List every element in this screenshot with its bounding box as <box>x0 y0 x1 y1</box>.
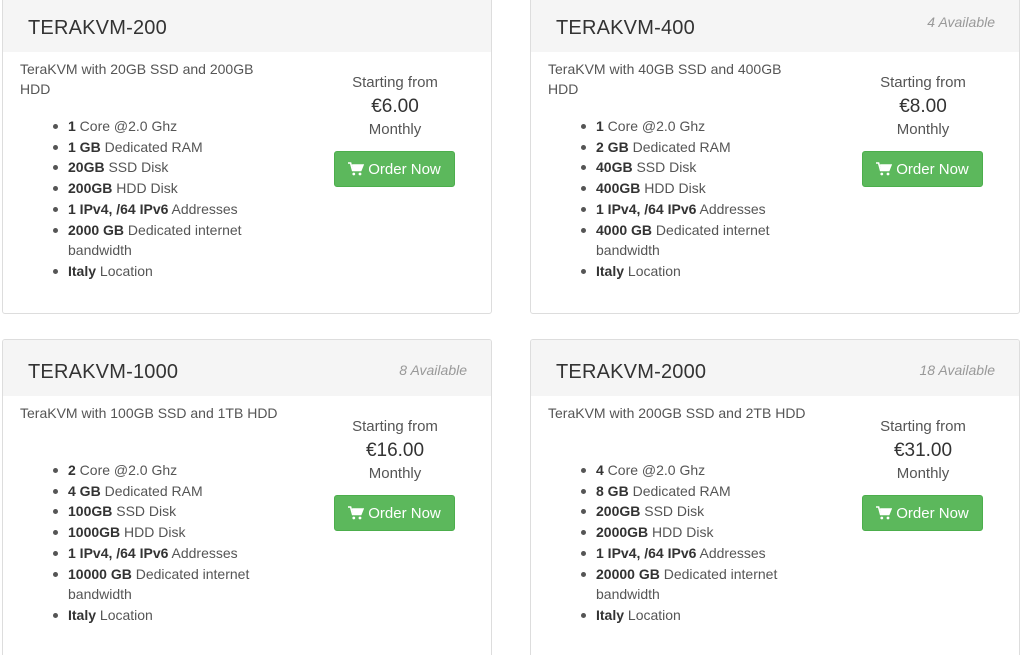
product-description: TeraKVM with 20GB SSD and 200GB HDD <box>20 61 254 97</box>
shopping-cart-icon <box>348 162 365 176</box>
price-label: Starting from <box>880 74 966 91</box>
order-now-label: Order Now <box>896 160 969 178</box>
feature-item: 200GB SSD Disk <box>581 501 798 522</box>
feature-item: 200GB HDD Disk <box>53 178 270 199</box>
feature-item: 4 Core @2.0 Ghz <box>581 460 798 481</box>
feature-item: 20GB SSD Disk <box>53 157 270 178</box>
shopping-cart-icon <box>348 506 365 520</box>
feature-item: 2000 GB Dedicated internet bandwidth <box>53 220 270 261</box>
product-name: TERAKVM-1000 <box>28 361 179 383</box>
feature-item: Italy Location <box>581 605 798 626</box>
product-description: TeraKVM with 40GB SSD and 400GB HDD <box>548 61 782 97</box>
feature-item: 1 IPv4, /64 IPv6 Addresses <box>53 543 270 564</box>
order-now-label: Order Now <box>368 160 441 178</box>
price-amount: €16.00 <box>365 440 425 461</box>
feature-item: 1 Core @2.0 Ghz <box>581 116 798 137</box>
feature-item: 1 GB Dedicated RAM <box>53 137 270 158</box>
price-amount: €8.00 <box>899 96 947 117</box>
feature-item: 20000 GB Dedicated internet bandwidth <box>581 564 798 605</box>
product-description: TeraKVM with 100GB SSD and 1TB HDD <box>20 405 278 421</box>
feature-item: 10000 GB Dedicated internet bandwidth <box>53 564 270 605</box>
feature-item: 2 GB Dedicated RAM <box>581 137 798 158</box>
product-name: TERAKVM-400 <box>556 17 695 39</box>
pricing-block: Starting from €16.00 Monthly Order Now <box>333 416 457 531</box>
order-now-label: Order Now <box>368 504 441 522</box>
price-amount: €31.00 <box>893 440 953 461</box>
feature-item: Italy Location <box>53 605 270 626</box>
pricing-block: Starting from €6.00 Monthly Order Now <box>333 72 457 187</box>
product-card-terakvm-1000: TERAKVM-1000 8 Available TeraKVM with 10… <box>2 339 492 655</box>
feature-item: 8 GB Dedicated RAM <box>581 481 798 502</box>
order-now-button[interactable]: Order Now <box>862 151 983 187</box>
feature-item: 1 IPv4, /64 IPv6 Addresses <box>53 199 270 220</box>
feature-item: 400GB HDD Disk <box>581 178 798 199</box>
feature-item: 1 Core @2.0 Ghz <box>53 116 270 137</box>
feature-item: 1 IPv4, /64 IPv6 Addresses <box>581 199 798 220</box>
product-card-terakvm-2000: TERAKVM-2000 18 Available TeraKVM with 2… <box>530 339 1020 655</box>
product-description: TeraKVM with 200GB SSD and 2TB HDD <box>548 405 806 421</box>
feature-list: 1 Core @2.0 Ghz 1 GB Dedicated RAM 20GB … <box>20 116 270 282</box>
order-now-label: Order Now <box>896 504 969 522</box>
shopping-cart-icon <box>876 162 893 176</box>
billing-cycle: Monthly <box>896 465 950 482</box>
product-grid: TERAKVM-200 TeraKVM with 20GB SSD and 20… <box>0 0 1024 655</box>
product-card-terakvm-200: TERAKVM-200 TeraKVM with 20GB SSD and 20… <box>2 0 492 314</box>
price-label: Starting from <box>352 74 438 91</box>
availability-label: 4 Available <box>927 14 995 30</box>
shopping-cart-icon <box>876 506 893 520</box>
pricing-block: Starting from €8.00 Monthly Order Now <box>861 72 985 187</box>
feature-list: 2 Core @2.0 Ghz 4 GB Dedicated RAM 100GB… <box>20 460 270 626</box>
feature-item: 1 IPv4, /64 IPv6 Addresses <box>581 543 798 564</box>
order-now-button[interactable]: Order Now <box>334 495 455 531</box>
billing-cycle: Monthly <box>896 121 950 138</box>
product-header: TERAKVM-200 <box>3 0 491 52</box>
feature-item: 2000GB HDD Disk <box>581 522 798 543</box>
product-name: TERAKVM-200 <box>28 17 167 39</box>
price-label: Starting from <box>352 418 438 435</box>
feature-list: 4 Core @2.0 Ghz 8 GB Dedicated RAM 200GB… <box>548 460 798 626</box>
availability-label: 18 Available <box>919 362 995 378</box>
product-header: TERAKVM-1000 8 Available <box>3 340 491 396</box>
feature-item: Italy Location <box>581 261 798 282</box>
feature-item: 1000GB HDD Disk <box>53 522 270 543</box>
order-now-button[interactable]: Order Now <box>334 151 455 187</box>
availability-label: 8 Available <box>399 362 467 378</box>
feature-item: 100GB SSD Disk <box>53 501 270 522</box>
product-header: TERAKVM-2000 18 Available <box>531 340 1019 396</box>
product-name: TERAKVM-2000 <box>556 361 707 383</box>
feature-item: Italy Location <box>53 261 270 282</box>
billing-cycle: Monthly <box>368 121 422 138</box>
feature-item: 4000 GB Dedicated internet bandwidth <box>581 220 798 261</box>
price-label: Starting from <box>880 418 966 435</box>
feature-list: 1 Core @2.0 Ghz 2 GB Dedicated RAM 40GB … <box>548 116 798 282</box>
product-header: TERAKVM-400 4 Available <box>531 0 1019 52</box>
feature-item: 4 GB Dedicated RAM <box>53 481 270 502</box>
feature-item: 2 Core @2.0 Ghz <box>53 460 270 481</box>
price-amount: €6.00 <box>371 96 419 117</box>
billing-cycle: Monthly <box>368 465 422 482</box>
feature-item: 40GB SSD Disk <box>581 157 798 178</box>
pricing-block: Starting from €31.00 Monthly Order Now <box>861 416 985 531</box>
product-card-terakvm-400: TERAKVM-400 4 Available TeraKVM with 40G… <box>530 0 1020 314</box>
order-now-button[interactable]: Order Now <box>862 495 983 531</box>
